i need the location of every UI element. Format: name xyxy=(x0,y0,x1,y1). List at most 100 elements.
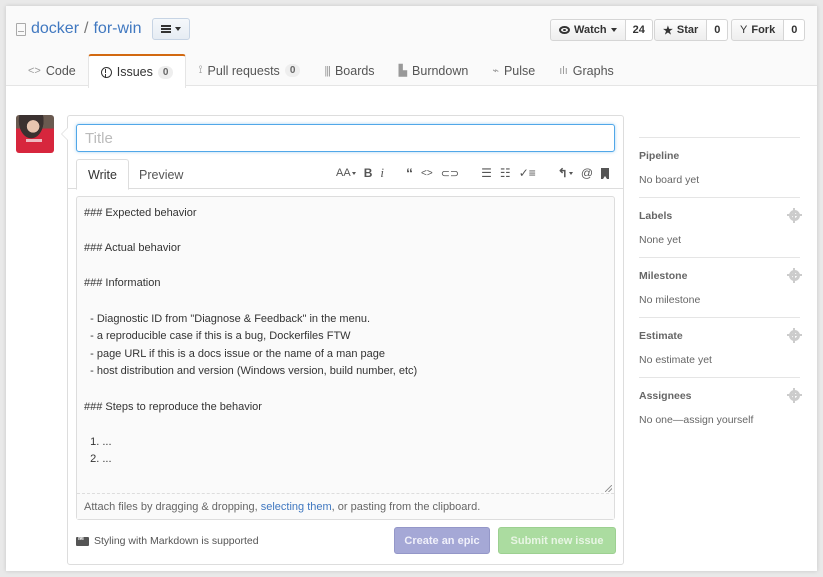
tab-graphs[interactable]: ılı Graphs xyxy=(547,54,626,87)
tab-preview[interactable]: Preview xyxy=(128,159,194,190)
sidebar-heading: Assignees xyxy=(639,390,692,402)
boards-icon: ||| xyxy=(324,64,331,77)
new-issue-form: Write Preview AA B i “ <> ⊂⊃ ☰ ☷ ✓≡ ↰ @ … xyxy=(61,115,624,565)
tab-pulse[interactable]: ⌁ Pulse xyxy=(480,54,547,87)
tab-code[interactable]: <> Code xyxy=(16,54,88,87)
pulse-icon: ⌁ xyxy=(492,65,499,77)
markdown-icon xyxy=(76,535,89,546)
bold-icon[interactable]: B xyxy=(360,163,377,183)
sidebar-estimate: Estimate No estimate yet xyxy=(639,318,802,378)
markdown-support-note[interactable]: Styling with Markdown is supported xyxy=(76,535,259,547)
sidebar-value: No one—assign yourself xyxy=(639,414,754,426)
watch-button[interactable]: Watch xyxy=(550,19,626,41)
fork-count[interactable]: 0 xyxy=(784,19,806,41)
gear-icon[interactable] xyxy=(787,328,802,343)
tab-label: Graphs xyxy=(572,63,614,78)
select-files-link[interactable]: selecting them xyxy=(261,501,332,513)
watch-group: Watch 24 xyxy=(550,19,653,41)
issue-title-input[interactable] xyxy=(76,124,615,152)
mention-icon[interactable]: @ xyxy=(577,163,597,183)
browser-window: docker / for-win Watch 24 ★ Star 0 Y For… xyxy=(6,6,817,571)
git-pull-request-icon: ⟟ xyxy=(198,64,203,76)
tab-issues[interactable]: Issues 0 xyxy=(87,54,187,88)
sidebar-heading: Estimate xyxy=(639,330,683,342)
italic-icon[interactable]: i xyxy=(376,163,388,183)
fork-button[interactable]: Y Fork xyxy=(731,19,785,41)
gear-icon[interactable] xyxy=(787,208,802,223)
star-label: Star xyxy=(676,24,699,36)
attach-prefix: Attach files by dragging & dropping, xyxy=(84,501,261,513)
watch-count[interactable]: 24 xyxy=(625,19,653,41)
sidebar-milestone: Milestone No milestone xyxy=(639,258,802,318)
tab-label: Pull requests xyxy=(207,63,280,78)
repo-icon xyxy=(16,22,26,36)
fork-group: Y Fork 0 xyxy=(731,19,806,41)
tab-label: Code xyxy=(45,63,76,78)
watch-label: Watch xyxy=(574,24,607,36)
create-epic-button[interactable]: Create an epic xyxy=(394,527,490,554)
tab-label: Burndown xyxy=(412,63,469,78)
tab-label: Pulse xyxy=(503,63,536,78)
tab-boards[interactable]: ||| Boards xyxy=(312,54,386,87)
sidebar-heading: Pipeline xyxy=(639,150,680,162)
bookmark-icon[interactable] xyxy=(597,163,613,183)
sidebar-assignees: Assignees No one—assign yourself xyxy=(639,378,802,438)
gear-icon[interactable] xyxy=(787,388,802,403)
sidebar-pipeline: Pipeline No board yet xyxy=(639,138,800,198)
chevron-down-icon xyxy=(174,27,181,31)
repo-separator: / xyxy=(84,20,89,37)
gear-icon[interactable] xyxy=(787,268,802,283)
graph-icon: ılı xyxy=(559,64,568,77)
reply-icon[interactable]: ↰ xyxy=(554,163,577,183)
sidebar-labels: Labels None yet xyxy=(639,198,802,258)
sidebar-value: No estimate yet xyxy=(639,354,712,366)
tab-pull-requests[interactable]: ⟟ Pull requests 0 xyxy=(186,54,312,87)
unordered-list-icon[interactable]: ☰ xyxy=(477,163,496,183)
markdown-note-text: Styling with Markdown is supported xyxy=(94,535,259,547)
text-size-icon[interactable]: AA xyxy=(332,163,360,183)
tab-write[interactable]: Write xyxy=(76,159,129,190)
repo-name-link[interactable]: for-win xyxy=(93,20,141,38)
file-attach-area[interactable]: Attach files by dragging & dropping, sel… xyxy=(77,493,614,519)
code-icon: <> xyxy=(28,64,41,77)
fork-icon: Y xyxy=(740,24,748,36)
fork-label: Fork xyxy=(751,24,776,36)
star-button[interactable]: ★ Star xyxy=(654,19,708,41)
chevron-down-icon xyxy=(610,28,617,32)
attach-suffix: , or pasting from the clipboard. xyxy=(331,501,481,513)
burndown-icon: ▙ xyxy=(398,65,408,77)
repo-owner-link[interactable]: docker xyxy=(31,20,79,38)
sidebar-value: None yet xyxy=(639,234,682,246)
sidebar-value: No milestone xyxy=(639,294,701,306)
repo-menu-button[interactable] xyxy=(151,18,190,40)
star-count[interactable]: 0 xyxy=(707,19,729,41)
code-icon[interactable]: <> xyxy=(417,163,437,183)
issue-opened-icon xyxy=(100,66,112,78)
sidebar-heading: Milestone xyxy=(639,270,688,282)
resize-handle[interactable] xyxy=(605,485,612,492)
eye-icon xyxy=(559,26,570,34)
star-icon: ★ xyxy=(663,24,673,37)
tab-burndown[interactable]: ▙ Burndown xyxy=(387,54,481,87)
repo-header: docker / for-win Watch 24 ★ Star 0 Y For… xyxy=(6,6,817,88)
issue-body-editor: ### Expected behavior ### Actual behavio… xyxy=(76,196,615,520)
submit-issue-button[interactable]: Submit new issue xyxy=(498,527,616,554)
sidebar-value: No board yet xyxy=(639,174,700,186)
repo-nav-tabs: <> Code Issues 0 ⟟ Pull requests 0 ||| B… xyxy=(16,54,626,88)
markdown-toolbar: AA B i “ <> ⊂⊃ ☰ ☷ ✓≡ ↰ @ xyxy=(332,163,613,183)
task-list-icon[interactable]: ✓≡ xyxy=(515,163,540,183)
sidebar-heading: Labels xyxy=(639,210,673,222)
quote-icon[interactable]: “ xyxy=(402,163,417,183)
tab-label: Boards xyxy=(334,63,375,78)
pull-requests-counter: 0 xyxy=(284,64,301,77)
ordered-list-icon[interactable]: ☷ xyxy=(496,163,515,183)
list-icon xyxy=(160,25,171,33)
star-group: ★ Star 0 xyxy=(654,19,729,41)
link-icon[interactable]: ⊂⊃ xyxy=(437,163,463,183)
issues-counter: 0 xyxy=(157,65,174,79)
tab-label: Issues xyxy=(116,65,153,79)
user-avatar[interactable] xyxy=(16,115,54,153)
issue-body-textarea[interactable]: ### Expected behavior ### Actual behavio… xyxy=(77,197,614,493)
issue-sidebar: Pipeline No board yet Labels None yet Mi… xyxy=(639,137,802,438)
repo-title: docker / for-win xyxy=(16,18,190,40)
